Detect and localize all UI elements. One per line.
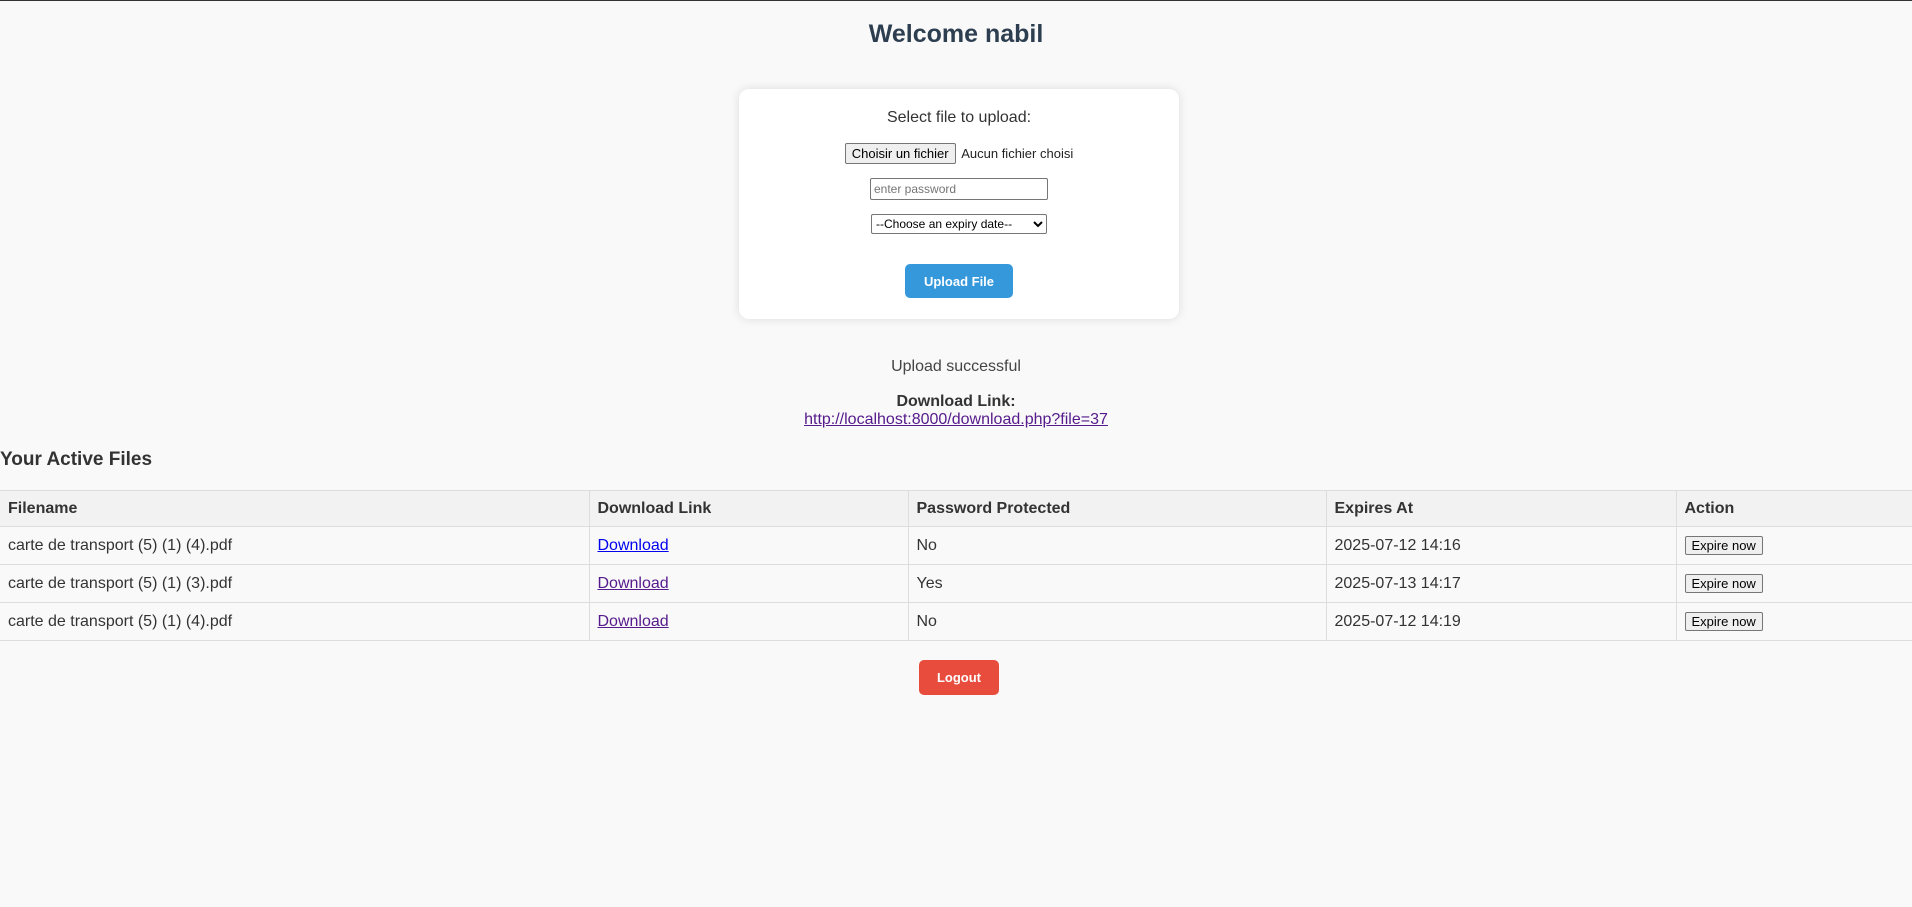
cell-action: Expire now <box>1675 526 1912 565</box>
expire-now-button[interactable]: Expire now <box>1684 574 1763 593</box>
select-file-label: Select file to upload: <box>886 109 1032 126</box>
upload-status-message: Upload successful <box>891 358 1021 375</box>
cell-action: Expire now <box>1675 564 1912 603</box>
cell-expires-at: 2025-07-12 14:16 <box>1325 526 1677 565</box>
expire-now-button[interactable]: Expire now <box>1684 612 1763 631</box>
download-link[interactable]: Download <box>598 575 669 592</box>
active-files-title: Your Active Files <box>0 449 153 470</box>
column-header-filename: Filename <box>0 490 590 527</box>
page-title: Welcome nabil <box>868 20 1044 48</box>
upload-form: Select file to upload: Choisir un fichie… <box>739 89 1179 319</box>
cell-password-protected: No <box>907 602 1327 641</box>
cell-expires-at: 2025-07-12 14:19 <box>1325 602 1677 641</box>
column-header-download-link: Download Link <box>589 490 909 527</box>
expire-now-button[interactable]: Expire now <box>1684 536 1763 555</box>
file-status-text: Aucun fichier choisi <box>961 146 1074 161</box>
cell-action: Expire now <box>1675 602 1912 641</box>
logout-button[interactable]: Logout <box>919 660 999 695</box>
cell-password-protected: Yes <box>907 564 1327 603</box>
table-row: carte de transport (5) (1) (4).pdf Downl… <box>0 526 1912 565</box>
download-link-container: http://localhost:8000/download.php?file=… <box>0 411 1912 429</box>
cell-filename: carte de transport (5) (1) (4).pdf <box>0 602 590 641</box>
cell-download-link: Download <box>588 564 909 603</box>
cell-expires-at: 2025-07-13 14:17 <box>1325 564 1677 603</box>
download-link[interactable]: Download <box>598 537 669 554</box>
cell-password-protected: No <box>907 526 1327 565</box>
download-link[interactable]: Download <box>598 613 669 630</box>
cell-download-link: Download <box>588 602 909 641</box>
table-header-row: Filename Download Link Password Protecte… <box>0 490 1912 527</box>
active-files-table: Filename Download Link Password Protecte… <box>0 490 1912 641</box>
cell-filename: carte de transport (5) (1) (4).pdf <box>0 526 590 565</box>
cell-download-link: Download <box>588 526 909 565</box>
choose-file-button[interactable]: Choisir un fichier <box>844 143 956 164</box>
column-header-password-protected: Password Protected <box>908 490 1327 527</box>
cell-filename: carte de transport (5) (1) (3).pdf <box>0 564 590 603</box>
table-row: carte de transport (5) (1) (3).pdf Downl… <box>0 564 1912 603</box>
expiry-date-select[interactable]: --Choose an expiry date-- <box>871 214 1047 234</box>
table-row: carte de transport (5) (1) (4).pdf Downl… <box>0 602 1912 641</box>
upload-file-button[interactable]: Upload File <box>905 264 1013 298</box>
download-link-url[interactable]: http://localhost:8000/download.php?file=… <box>804 411 1108 428</box>
download-link-label: Download Link: <box>896 393 1016 410</box>
column-header-action: Action <box>1676 490 1912 527</box>
file-picker: Choisir un fichier Aucun fichier choisi <box>739 143 1179 164</box>
column-header-expires-at: Expires At <box>1326 490 1677 527</box>
password-input[interactable] <box>870 178 1048 200</box>
